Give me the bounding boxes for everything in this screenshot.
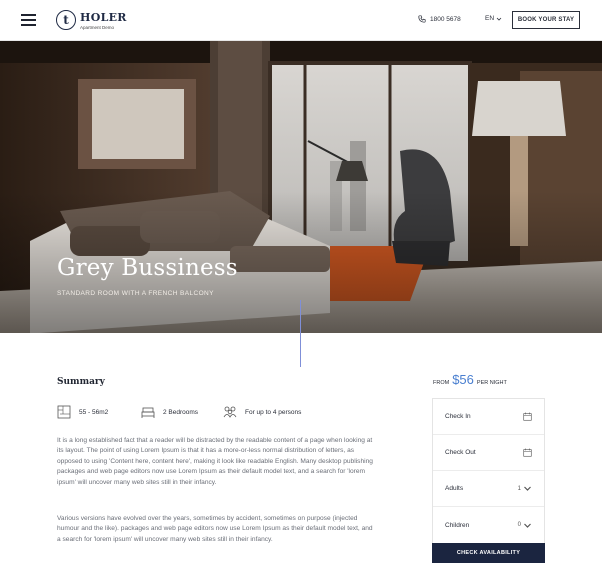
children-select[interactable]: Children 0: [433, 507, 544, 543]
per-night-label: PER NIGHT: [476, 380, 507, 386]
logo-letter: t: [63, 13, 69, 27]
hero-banner: Grey Bussiness STANDARD ROOM WITH A FREN…: [0, 41, 602, 333]
feature-bedrooms: 2 Bedrooms: [141, 405, 198, 419]
logo-name[interactable]: HOLER: [80, 11, 127, 24]
hero-subtitle: STANDARD ROOM WITH A FRENCH BALCONY: [57, 290, 214, 297]
chevron-down-icon: [524, 523, 531, 528]
phone-link[interactable]: 1800 5678: [418, 15, 461, 23]
children-label: Children: [445, 521, 470, 529]
children-value: 0: [517, 522, 521, 528]
scroll-indicator: [300, 300, 301, 367]
check-out-label: Check Out: [445, 449, 476, 456]
summary-heading: Summary: [57, 377, 105, 387]
feature-bedrooms-label: 2 Bedrooms: [163, 408, 199, 416]
bed-icon: [141, 407, 155, 418]
phone-icon: [418, 15, 426, 23]
price-value: $56: [452, 372, 474, 387]
site-header: t HOLER Apartment Demo 1800 5678 EN BOOK…: [0, 0, 602, 41]
logo-subtitle: Apartment Demo: [80, 25, 115, 30]
check-in-field[interactable]: Check In: [433, 399, 544, 435]
floor-plan-icon: [57, 405, 71, 419]
phone-number: 1800 5678: [430, 15, 461, 23]
calendar-icon: [523, 412, 532, 421]
description-paragraph-1: It is a long established fact that a rea…: [57, 437, 373, 486]
check-availability-button[interactable]: CHECK AVAILABILITY: [432, 543, 545, 563]
language-select[interactable]: EN: [485, 15, 502, 22]
description-paragraph-2: Various versions have evolved over the y…: [57, 515, 373, 543]
hero-title: Grey Bussiness: [57, 255, 238, 281]
adults-select[interactable]: Adults 1: [433, 471, 544, 507]
price-from: FROM $56 PER NIGHT: [433, 372, 507, 387]
logo-icon[interactable]: t: [56, 10, 76, 30]
check-out-field[interactable]: Check Out: [433, 435, 544, 471]
calendar-icon: [523, 448, 532, 457]
feature-area: 55 - 56m2: [57, 405, 108, 419]
guests-icon: [223, 406, 237, 418]
adults-value: 1: [517, 485, 521, 492]
language-label: EN: [485, 15, 495, 22]
booking-form: Check In Check Out Adults 1 Children 0: [432, 398, 545, 544]
feature-area-label: 55 - 56m2: [79, 408, 109, 416]
feature-guests-label: For up to 4 persons: [245, 408, 302, 416]
chevron-down-icon: [524, 486, 531, 491]
book-your-stay-button[interactable]: BOOK YOUR STAY: [512, 11, 580, 29]
menu-icon[interactable]: [21, 14, 36, 26]
feature-guests: For up to 4 persons: [223, 405, 301, 419]
from-label: FROM: [433, 380, 450, 386]
check-in-label: Check In: [445, 413, 471, 420]
adults-label: Adults: [445, 485, 464, 492]
chevron-down-icon: [496, 17, 502, 21]
